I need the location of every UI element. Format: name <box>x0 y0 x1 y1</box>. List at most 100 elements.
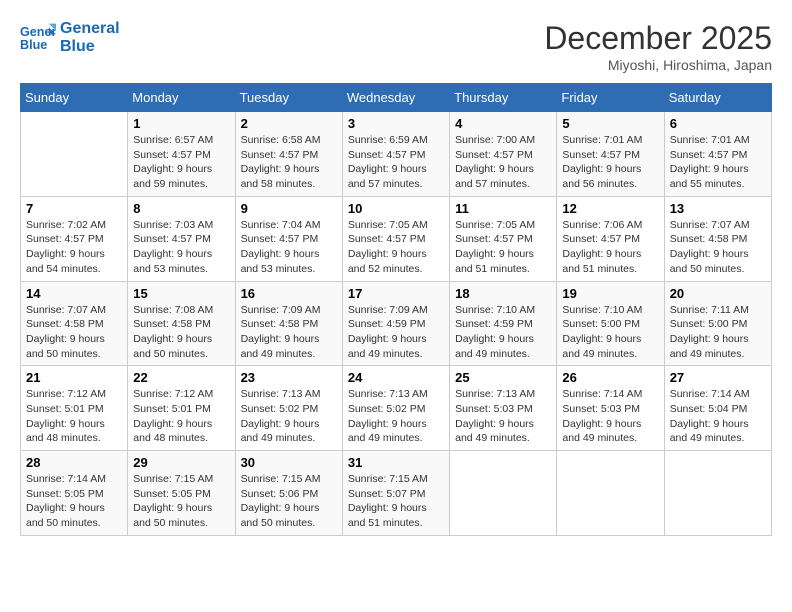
day-info: Sunrise: 7:09 AM Sunset: 4:58 PM Dayligh… <box>241 303 337 362</box>
day-number: 12 <box>562 201 658 216</box>
day-number: 8 <box>133 201 229 216</box>
day-number: 10 <box>348 201 444 216</box>
calendar-cell: 21 Sunrise: 7:12 AM Sunset: 5:01 PM Dayli… <box>21 366 128 451</box>
weekday-header-thursday: Thursday <box>450 84 557 112</box>
day-number: 25 <box>455 370 551 385</box>
day-info: Sunrise: 7:10 AM Sunset: 4:59 PM Dayligh… <box>455 303 551 362</box>
calendar-cell <box>21 112 128 197</box>
weekday-header-wednesday: Wednesday <box>342 84 449 112</box>
day-info: Sunrise: 7:05 AM Sunset: 4:57 PM Dayligh… <box>348 218 444 277</box>
calendar-cell: 7Sunrise: 7:02 AM Sunset: 4:57 PM Daylig… <box>21 196 128 281</box>
day-info: Sunrise: 6:58 AM Sunset: 4:57 PM Dayligh… <box>241 133 337 192</box>
day-number: 4 <box>455 116 551 131</box>
calendar-cell: 17 Sunrise: 7:09 AM Sunset: 4:59 PM Dayli… <box>342 281 449 366</box>
day-number: 21 <box>26 370 122 385</box>
calendar-cell: 8 Sunrise: 7:03 AM Sunset: 4:57 PM Daylig… <box>128 196 235 281</box>
weekday-header-tuesday: Tuesday <box>235 84 342 112</box>
day-info: Sunrise: 6:57 AM Sunset: 4:57 PM Dayligh… <box>133 133 229 192</box>
day-info: Sunrise: 7:06 AM Sunset: 4:57 PM Dayligh… <box>562 218 658 277</box>
svg-text:Blue: Blue <box>20 38 47 52</box>
calendar-cell: 23 Sunrise: 7:13 AM Sunset: 5:02 PM Dayli… <box>235 366 342 451</box>
day-info: Sunrise: 7:13 AM Sunset: 5:03 PM Dayligh… <box>455 387 551 446</box>
day-info: Sunrise: 7:14 AM Sunset: 5:05 PM Dayligh… <box>26 472 122 531</box>
calendar-cell: 18 Sunrise: 7:10 AM Sunset: 4:59 PM Dayli… <box>450 281 557 366</box>
day-number: 23 <box>241 370 337 385</box>
weekday-header-saturday: Saturday <box>664 84 771 112</box>
day-number: 14 <box>26 286 122 301</box>
day-number: 22 <box>133 370 229 385</box>
day-number: 3 <box>348 116 444 131</box>
day-info: Sunrise: 7:15 AM Sunset: 5:05 PM Dayligh… <box>133 472 229 531</box>
day-number: 11 <box>455 201 551 216</box>
day-number: 24 <box>348 370 444 385</box>
day-info: Sunrise: 7:12 AM Sunset: 5:01 PM Dayligh… <box>133 387 229 446</box>
day-info: Sunrise: 7:14 AM Sunset: 5:03 PM Dayligh… <box>562 387 658 446</box>
day-number: 26 <box>562 370 658 385</box>
calendar-cell <box>557 451 664 536</box>
calendar-cell: 6 Sunrise: 7:01 AM Sunset: 4:57 PM Daylig… <box>664 112 771 197</box>
calendar-cell <box>664 451 771 536</box>
day-info: Sunrise: 7:15 AM Sunset: 5:07 PM Dayligh… <box>348 472 444 531</box>
calendar-cell: 25 Sunrise: 7:13 AM Sunset: 5:03 PM Dayli… <box>450 366 557 451</box>
day-number: 1 <box>133 116 229 131</box>
calendar-cell: 1 Sunrise: 6:57 AM Sunset: 4:57 PM Daylig… <box>128 112 235 197</box>
day-number: 20 <box>670 286 766 301</box>
day-info: Sunrise: 7:11 AM Sunset: 5:00 PM Dayligh… <box>670 303 766 362</box>
day-info: Sunrise: 7:13 AM Sunset: 5:02 PM Dayligh… <box>241 387 337 446</box>
calendar-week-3: 14 Sunrise: 7:07 AM Sunset: 4:58 PM Dayli… <box>21 281 772 366</box>
logo-icon: General Blue <box>20 20 56 56</box>
calendar-cell: 9 Sunrise: 7:04 AM Sunset: 4:57 PM Daylig… <box>235 196 342 281</box>
day-number: 29 <box>133 455 229 470</box>
day-number: 27 <box>670 370 766 385</box>
day-info: Sunrise: 7:01 AM Sunset: 4:57 PM Dayligh… <box>562 133 658 192</box>
day-info: Sunrise: 7:12 AM Sunset: 5:01 PM Dayligh… <box>26 387 122 446</box>
day-info: Sunrise: 7:10 AM Sunset: 5:00 PM Dayligh… <box>562 303 658 362</box>
calendar-cell: 14 Sunrise: 7:07 AM Sunset: 4:58 PM Dayli… <box>21 281 128 366</box>
calendar-cell: 3 Sunrise: 6:59 AM Sunset: 4:57 PM Daylig… <box>342 112 449 197</box>
day-info: Sunrise: 6:59 AM Sunset: 4:57 PM Dayligh… <box>348 133 444 192</box>
calendar-cell: 29 Sunrise: 7:15 AM Sunset: 5:05 PM Dayli… <box>128 451 235 536</box>
day-number: 18 <box>455 286 551 301</box>
calendar-cell: 4 Sunrise: 7:00 AM Sunset: 4:57 PM Daylig… <box>450 112 557 197</box>
day-number: 17 <box>348 286 444 301</box>
day-info: Sunrise: 7:08 AM Sunset: 4:58 PM Dayligh… <box>133 303 229 362</box>
calendar-cell: 24Sunrise: 7:13 AM Sunset: 5:02 PM Dayli… <box>342 366 449 451</box>
calendar-cell <box>450 451 557 536</box>
month-title: December 2025 <box>544 20 772 57</box>
calendar-table: SundayMondayTuesdayWednesdayThursdayFrid… <box>20 83 772 536</box>
logo: General Blue General Blue <box>20 20 120 56</box>
calendar-cell: 20 Sunrise: 7:11 AM Sunset: 5:00 PM Dayli… <box>664 281 771 366</box>
day-info: Sunrise: 7:03 AM Sunset: 4:57 PM Dayligh… <box>133 218 229 277</box>
weekday-header-friday: Friday <box>557 84 664 112</box>
day-info: Sunrise: 7:15 AM Sunset: 5:06 PM Dayligh… <box>241 472 337 531</box>
calendar-cell: 22 Sunrise: 7:12 AM Sunset: 5:01 PM Dayli… <box>128 366 235 451</box>
calendar-cell: 27Sunrise: 7:14 AM Sunset: 5:04 PM Dayli… <box>664 366 771 451</box>
day-number: 2 <box>241 116 337 131</box>
day-number: 5 <box>562 116 658 131</box>
day-number: 28 <box>26 455 122 470</box>
calendar-cell: 2 Sunrise: 6:58 AM Sunset: 4:57 PM Daylig… <box>235 112 342 197</box>
day-number: 9 <box>241 201 337 216</box>
calendar-cell: 5 Sunrise: 7:01 AM Sunset: 4:57 PM Daylig… <box>557 112 664 197</box>
calendar-week-4: 21 Sunrise: 7:12 AM Sunset: 5:01 PM Dayli… <box>21 366 772 451</box>
day-number: 30 <box>241 455 337 470</box>
day-info: Sunrise: 7:04 AM Sunset: 4:57 PM Dayligh… <box>241 218 337 277</box>
day-info: Sunrise: 7:02 AM Sunset: 4:57 PM Dayligh… <box>26 218 122 277</box>
day-number: 13 <box>670 201 766 216</box>
day-info: Sunrise: 7:00 AM Sunset: 4:57 PM Dayligh… <box>455 133 551 192</box>
day-number: 15 <box>133 286 229 301</box>
calendar-cell: 19Sunrise: 7:10 AM Sunset: 5:00 PM Dayli… <box>557 281 664 366</box>
calendar-cell: 13 Sunrise: 7:07 AM Sunset: 4:58 PM Dayli… <box>664 196 771 281</box>
day-info: Sunrise: 7:07 AM Sunset: 4:58 PM Dayligh… <box>670 218 766 277</box>
logo-line1: General <box>60 20 120 38</box>
day-number: 6 <box>670 116 766 131</box>
calendar-cell: 11Sunrise: 7:05 AM Sunset: 4:57 PM Dayli… <box>450 196 557 281</box>
title-area: December 2025 Miyoshi, Hiroshima, Japan <box>544 20 772 73</box>
calendar-cell: 31Sunrise: 7:15 AM Sunset: 5:07 PM Dayli… <box>342 451 449 536</box>
day-info: Sunrise: 7:09 AM Sunset: 4:59 PM Dayligh… <box>348 303 444 362</box>
day-info: Sunrise: 7:07 AM Sunset: 4:58 PM Dayligh… <box>26 303 122 362</box>
calendar-week-2: 7Sunrise: 7:02 AM Sunset: 4:57 PM Daylig… <box>21 196 772 281</box>
day-info: Sunrise: 7:01 AM Sunset: 4:57 PM Dayligh… <box>670 133 766 192</box>
page-header: General Blue General Blue December 2025 … <box>20 20 772 73</box>
logo-line2: Blue <box>60 38 120 56</box>
